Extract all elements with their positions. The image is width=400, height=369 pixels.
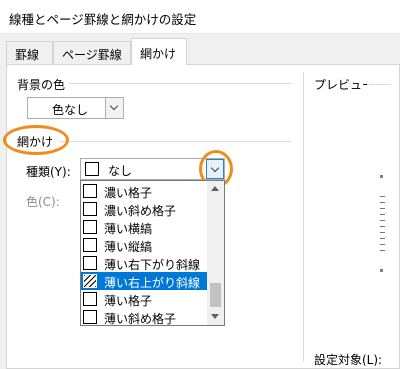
preview-line — [380, 202, 385, 203]
dropdown-scrollbar[interactable] — [207, 181, 224, 325]
pattern-dense-diagonal-grid-icon — [83, 202, 97, 216]
preview-line — [380, 220, 385, 221]
preview-mark — [380, 269, 383, 272]
list-item[interactable]: 薄い格子 — [81, 290, 208, 308]
background-separator — [69, 83, 291, 84]
list-item[interactable]: 濃い格子 — [81, 182, 208, 200]
list-item[interactable]: 薄い斜め格子 — [81, 308, 208, 326]
scroll-up-button[interactable] — [207, 181, 224, 197]
background-color-dropdown-button[interactable] — [105, 98, 123, 118]
list-item[interactable]: 薄い縦縞 — [81, 236, 208, 254]
list-item[interactable]: 濃い斜め格子 — [81, 200, 208, 218]
preview-line — [380, 196, 385, 197]
list-item-label: 濃い斜め格子 — [104, 204, 177, 218]
preview-mark — [380, 175, 383, 178]
preview-line — [380, 208, 385, 209]
preview-divider — [303, 72, 304, 362]
preview-line — [380, 226, 385, 227]
list-item-label: 薄い縦縞 — [104, 240, 153, 254]
pattern-type-value: なし — [108, 164, 133, 178]
tab-page-border[interactable]: ページ罫線 — [53, 41, 131, 64]
shading-separator — [60, 141, 291, 142]
pattern-light-horizontal-icon — [83, 220, 97, 234]
pattern-color-label: 色(C): — [26, 195, 60, 209]
preview-line — [380, 232, 385, 233]
list-item-selected[interactable]: 薄い右上がり斜線 — [81, 272, 208, 290]
pattern-type-dropdown-list[interactable]: 濃い格子 濃い斜め格子 薄い横縞 薄い縦縞 薄い右下がり斜線 薄い右上がり斜線 … — [80, 180, 225, 326]
pattern-light-vertical-icon — [83, 238, 97, 252]
preview-top-line — [367, 84, 391, 85]
pattern-light-diagonal-grid-icon — [83, 310, 97, 324]
apply-to-label: 設定対象(L): — [314, 353, 383, 367]
preview-line — [380, 244, 385, 245]
list-item-label: 薄い格子 — [104, 294, 153, 308]
list-item-label: 薄い右下がり斜線 — [104, 258, 201, 272]
chevron-down-icon — [109, 101, 119, 111]
arrow-up-icon — [211, 186, 219, 191]
list-item[interactable]: 薄い右下がり斜線 — [81, 254, 208, 272]
background-color-value: 色なし — [52, 103, 89, 117]
list-item[interactable]: 薄い横縞 — [81, 218, 208, 236]
list-item-label: 濃い格子 — [104, 186, 153, 200]
list-item-label: 薄い斜め格子 — [104, 312, 177, 326]
tab-borders[interactable]: 罫線 — [6, 41, 53, 64]
shading-label-highlight — [3, 125, 69, 155]
background-color-select[interactable]: 色なし — [27, 97, 124, 119]
list-item-label: 薄い横縞 — [104, 222, 153, 236]
pattern-type-label: 種類(Y): — [26, 165, 71, 179]
pattern-light-down-diagonal-icon — [83, 256, 97, 270]
preview-line — [380, 238, 385, 239]
title-bar: 線種とページ罫線と網かけの設定 — [0, 0, 400, 34]
preview-line — [380, 214, 385, 215]
window-title: 線種とページ罫線と網かけの設定 — [9, 12, 197, 27]
scrollbar-thumb[interactable] — [210, 283, 221, 307]
pattern-light-up-diagonal-icon — [83, 274, 97, 288]
tab-shading[interactable]: 網かけ — [131, 38, 187, 65]
background-color-label: 背景の色 — [17, 78, 66, 92]
preview-line — [380, 250, 385, 251]
none-swatch-icon — [85, 162, 99, 176]
pattern-dense-grid-icon — [83, 184, 97, 198]
arrow-down-icon — [211, 314, 219, 319]
scroll-down-button[interactable] — [207, 309, 224, 325]
list-item-label: 薄い右上がり斜線 — [104, 276, 201, 290]
preview-label: プレビュー — [314, 78, 375, 92]
pattern-light-grid-icon — [83, 292, 97, 306]
